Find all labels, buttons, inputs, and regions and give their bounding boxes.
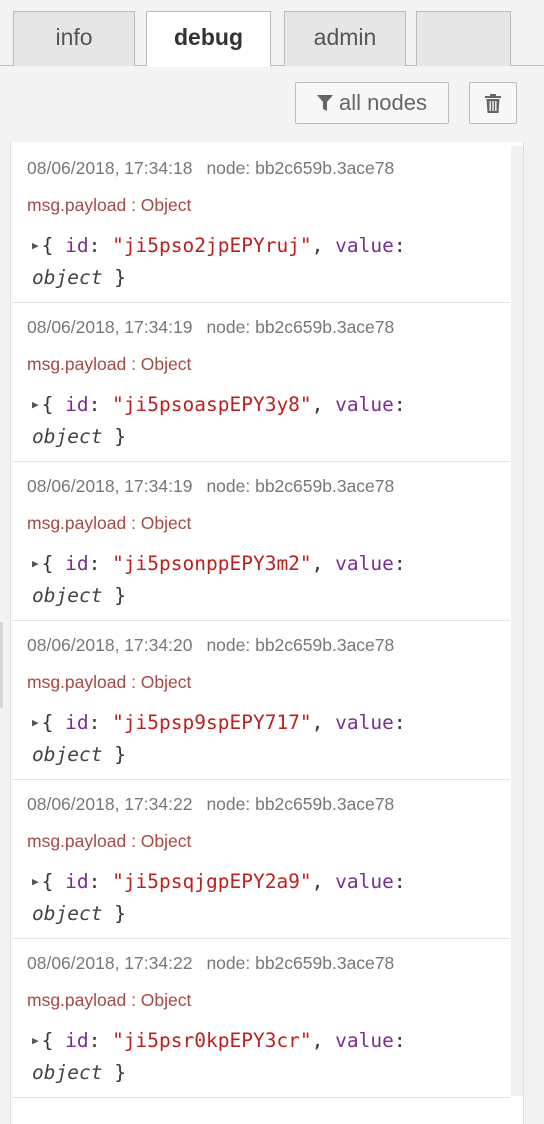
message-node-link[interactable]: node: bb2c659b.3ace78 [206,953,394,973]
message-timestamp: 08/06/2018, 17:34:19 [27,476,193,496]
payload-object[interactable]: ▶{ id: "ji5psoaspEPY3y8", value: object … [32,389,406,453]
tab-extra[interactable] [416,11,511,66]
expand-caret-icon[interactable]: ▶ [32,389,39,421]
message-meta: 08/06/2018, 17:34:19 node: bb2c659b.3ace7… [27,476,394,497]
expand-caret-icon[interactable]: ▶ [32,1025,39,1057]
expand-caret-icon[interactable]: ▶ [32,707,39,739]
debug-toolbar: all nodes [0,66,544,142]
clear-messages-button[interactable] [469,82,517,124]
trash-icon [485,93,501,113]
key-id: id [65,393,89,416]
value-type: object [32,902,103,925]
id-value: "ji5psonppEPY3m2" [112,552,312,575]
message-meta: 08/06/2018, 17:34:20 node: bb2c659b.3ace7… [27,635,394,656]
key-id: id [65,711,89,734]
message-timestamp: 08/06/2018, 17:34:22 [27,953,193,973]
message-meta: 08/06/2018, 17:34:19 node: bb2c659b.3ace7… [27,317,394,338]
id-value: "ji5psr0kpEPY3cr" [112,1029,312,1052]
filter-label: all nodes [338,90,428,115]
key-value: value [335,234,394,257]
message-timestamp: 08/06/2018, 17:34:20 [27,635,193,655]
debug-message: 08/06/2018, 17:34:22 node: bb2c659b.3ace7… [12,781,510,939]
key-id: id [65,1029,89,1052]
message-topic: msg.payload : Object [27,354,192,374]
debug-message: 08/06/2018, 17:34:19 node: bb2c659b.3ace7… [12,463,510,621]
payload-object[interactable]: ▶{ id: "ji5psr0kpEPY3cr", value: object … [32,1025,406,1089]
message-meta: 08/06/2018, 17:34:18 node: bb2c659b.3ace7… [27,158,394,179]
message-topic: msg.payload : Object [27,513,192,533]
tab-debug[interactable]: debug [146,11,271,67]
key-value: value [335,552,394,575]
message-node-link[interactable]: node: bb2c659b.3ace78 [206,794,394,814]
key-value: value [335,711,394,734]
tab-info[interactable]: info [13,11,135,66]
message-timestamp: 08/06/2018, 17:34:19 [27,317,193,337]
expand-caret-icon[interactable]: ▶ [32,230,39,262]
value-type: object [32,425,103,448]
id-value: "ji5psoaspEPY3y8" [112,393,312,416]
payload-object[interactable]: ▶{ id: "ji5psqjgpEPY2a9", value: object … [32,866,406,930]
sidebar-tab-bar: info debug admin [0,0,544,67]
key-id: id [65,870,89,893]
key-id: id [65,552,89,575]
message-topic: msg.payload : Object [27,990,192,1010]
message-node-link[interactable]: node: bb2c659b.3ace78 [206,317,394,337]
expand-caret-icon[interactable]: ▶ [32,866,39,898]
value-type: object [32,266,103,289]
key-id: id [65,234,89,257]
value-type: object [32,743,103,766]
message-node-link[interactable]: node: bb2c659b.3ace78 [206,158,394,178]
filter-nodes-button[interactable]: all nodes [295,82,449,124]
key-value: value [335,393,394,416]
value-type: object [32,584,103,607]
message-node-link[interactable]: node: bb2c659b.3ace78 [206,476,394,496]
debug-message: 08/06/2018, 17:34:19 node: bb2c659b.3ace7… [12,304,510,462]
value-type: object [32,1061,103,1084]
key-value: value [335,870,394,893]
id-value: "ji5psp9spEPY717" [112,711,312,734]
debug-message: 08/06/2018, 17:34:22 node: bb2c659b.3ace7… [12,940,510,1098]
message-timestamp: 08/06/2018, 17:34:18 [27,158,193,178]
debug-message: 08/06/2018, 17:34:18 node: bb2c659b.3ace7… [12,145,510,303]
message-timestamp: 08/06/2018, 17:34:22 [27,794,193,814]
funnel-icon [316,95,333,111]
message-meta: 08/06/2018, 17:34:22 node: bb2c659b.3ace7… [27,953,394,974]
message-topic: msg.payload : Object [27,831,192,851]
payload-object[interactable]: ▶{ id: "ji5psonppEPY3m2", value: object … [32,548,406,612]
payload-object[interactable]: ▶{ id: "ji5pso2jpEPYruj", value: object … [32,230,406,294]
debug-message: 08/06/2018, 17:34:20 node: bb2c659b.3ace7… [12,622,510,780]
message-meta: 08/06/2018, 17:34:22 node: bb2c659b.3ace7… [27,794,394,815]
message-topic: msg.payload : Object [27,672,192,692]
id-value: "ji5pso2jpEPYruj" [112,234,312,257]
key-value: value [335,1029,394,1052]
payload-object[interactable]: ▶{ id: "ji5psp9spEPY717", value: object … [32,707,406,771]
message-node-link[interactable]: node: bb2c659b.3ace78 [206,635,394,655]
message-topic: msg.payload : Object [27,195,192,215]
tab-admin[interactable]: admin [284,11,406,66]
message-list-scrollbar[interactable] [511,146,523,1096]
resize-handle[interactable] [0,622,3,708]
expand-caret-icon[interactable]: ▶ [32,548,39,580]
id-value: "ji5psqjgpEPY2a9" [112,870,312,893]
